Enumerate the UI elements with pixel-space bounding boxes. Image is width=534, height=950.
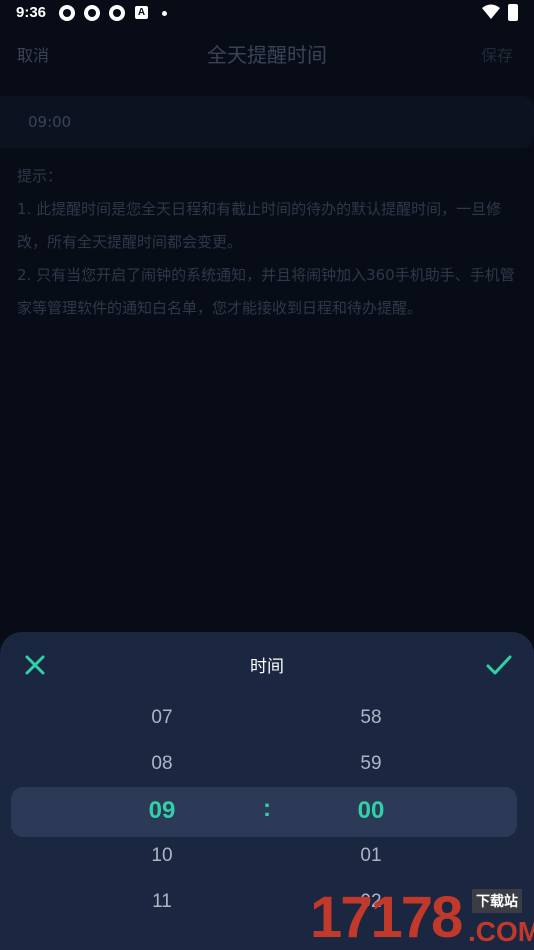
- hour-option[interactable]: 08: [132, 753, 192, 775]
- dot-icon: [162, 11, 167, 16]
- app-notification-icon: [84, 5, 100, 21]
- reminder-time-value: 09:00: [28, 113, 72, 131]
- check-icon[interactable]: [486, 654, 512, 676]
- hour-option[interactable]: 11: [132, 891, 192, 913]
- minute-option[interactable]: 01: [341, 845, 401, 867]
- tips-section: 提示： 1. 此提醒时间是您全天日程和有截止时间的待办的默认提醒时间，一旦修改，…: [17, 160, 517, 325]
- top-bar: 取消 全天提醒时间 保存: [0, 28, 534, 76]
- minute-option[interactable]: 58: [341, 707, 401, 729]
- status-bar: 9:36 A: [0, 0, 534, 28]
- battery-charging-icon: [508, 4, 518, 21]
- app-notification-icon: [109, 5, 125, 21]
- app-notification-icon: [59, 5, 75, 21]
- watermark-digits: 17178: [310, 885, 463, 950]
- picker-title: 时间: [250, 657, 284, 677]
- watermark-badge: 下载站: [472, 889, 522, 913]
- hour-option[interactable]: 10: [132, 845, 192, 867]
- status-time: 9:36: [16, 4, 47, 21]
- tips-heading: 提示：: [17, 167, 63, 185]
- save-button[interactable]: 保存: [481, 42, 513, 66]
- a-app-icon: A: [135, 6, 148, 19]
- wifi-icon: [482, 4, 500, 19]
- watermark-logo: 17178 下载站 .COM: [310, 885, 534, 950]
- minute-option-selected[interactable]: 00: [341, 797, 401, 825]
- hour-option[interactable]: 07: [132, 707, 192, 729]
- page-title: 全天提醒时间: [207, 43, 327, 67]
- reminder-time-row[interactable]: 09:00: [0, 96, 534, 148]
- hour-option-selected[interactable]: 09: [132, 797, 192, 825]
- watermark-domain: .COM: [468, 916, 534, 947]
- tip-item: 1. 此提醒时间是您全天日程和有截止时间的待办的默认提醒时间，一旦修改，所有全天…: [17, 200, 502, 251]
- minute-option[interactable]: 59: [341, 753, 401, 775]
- tip-item: 2. 只有当您开启了闹钟的系统通知，并且将闹钟加入360手机助手、手机管家等管理…: [17, 266, 515, 317]
- time-separator: :: [263, 795, 271, 822]
